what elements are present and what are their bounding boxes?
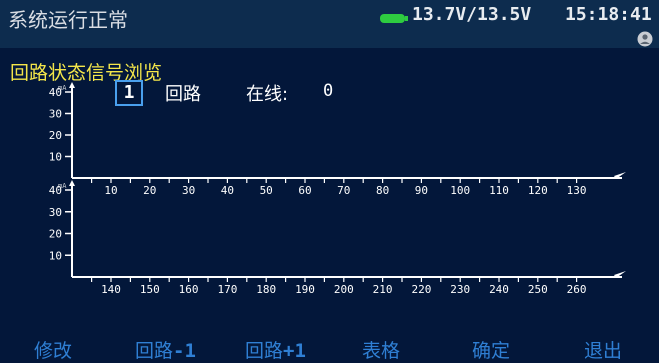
chart-1-x-tick-label: 30 <box>182 184 195 197</box>
softkey-label: 表格 <box>362 340 401 362</box>
chart-1-y-arrow <box>69 82 75 88</box>
chart-1-x-tick-label: 40 <box>221 184 234 197</box>
softkey-label: 回路 <box>135 340 174 362</box>
chart-2-x-tick-label: 160 <box>179 283 199 296</box>
chart-1-x-tick-label: 120 <box>528 184 548 197</box>
chart-2-x-tick-label: 180 <box>256 283 276 296</box>
softkey-confirm[interactable]: 确定 <box>472 336 510 363</box>
chart-2-x-tick-label: 210 <box>373 283 393 296</box>
chart-2-x-tick-label: 150 <box>140 283 160 296</box>
softkey-label: 确定 <box>472 340 511 362</box>
softkey-modify[interactable]: 修改 <box>34 336 72 363</box>
device-screen: 系统运行正常 13.7V/13.5V 15:18:41 回路状态信号浏览 1 回… <box>0 0 659 363</box>
chart-2-x-tick-label: 170 <box>217 283 237 296</box>
chart-2-x-tick-label: 230 <box>450 283 470 296</box>
chart-1-y-tick-label: 30 <box>49 108 62 121</box>
chart-2-x-tick-label: 190 <box>295 283 315 296</box>
chart-2-x-tick-label: 200 <box>334 283 354 296</box>
softkey-table[interactable]: 表格 <box>362 336 400 363</box>
chart-1-x-tick-label: 20 <box>143 184 156 197</box>
chart-2-x-tick-label: 250 <box>528 283 548 296</box>
chart-1-x-tick-label: 60 <box>298 184 311 197</box>
chart-1-y-tick-label: 40 <box>49 86 62 99</box>
chart-1-y-tick-label: 20 <box>49 129 62 142</box>
chart-2-x-tick-label: 140 <box>101 283 121 296</box>
softkey-suffix: -1 <box>173 340 196 362</box>
chart-1-x-tick-label: 70 <box>337 184 350 197</box>
chart-2-y-tick-label: 40 <box>49 184 62 197</box>
chart-1-y-tick-label: 10 <box>49 151 62 164</box>
chart-2-x-tick-label: 260 <box>567 283 587 296</box>
chart-1-x-tick-label: 130 <box>567 184 587 197</box>
chart-1-x-tick-label: 10 <box>104 184 117 197</box>
softkey-label: 退出 <box>584 340 623 362</box>
chart-1-x-tick-label: 100 <box>450 184 470 197</box>
chart-2-y-tick-label: 30 <box>49 206 62 219</box>
softkey-suffix: +1 <box>283 340 306 362</box>
chart-2-y-tick-label: 10 <box>49 249 62 262</box>
chart-1-x-tick-label: 80 <box>376 184 389 197</box>
softkey-loop-next[interactable]: 回路+1 <box>245 336 306 363</box>
chart-1-x-tick-label: 90 <box>415 184 428 197</box>
chart-1-x-tick-label: 110 <box>489 184 509 197</box>
chart-2-x-tick-label: 240 <box>489 283 509 296</box>
softkey-exit[interactable]: 退出 <box>584 336 622 363</box>
softkey-label: 回路 <box>245 340 284 362</box>
chart-2-y-tick-label: 20 <box>49 228 62 241</box>
softkey-loop-prev[interactable]: 回路-1 <box>135 336 196 363</box>
loop-signal-charts: mA4030201010 20 30 40 50 60 70 80 90 100 110 120 130… <box>49 82 626 296</box>
chart-2-y-arrow <box>69 180 75 186</box>
softkey-bar: 修改 回路-1 回路+1 表格 确定 退出 <box>0 334 659 363</box>
softkey-label: 修改 <box>34 340 73 362</box>
chart-2-x-tick-label: 220 <box>411 283 431 296</box>
chart-1-x-tick-label: 50 <box>260 184 273 197</box>
